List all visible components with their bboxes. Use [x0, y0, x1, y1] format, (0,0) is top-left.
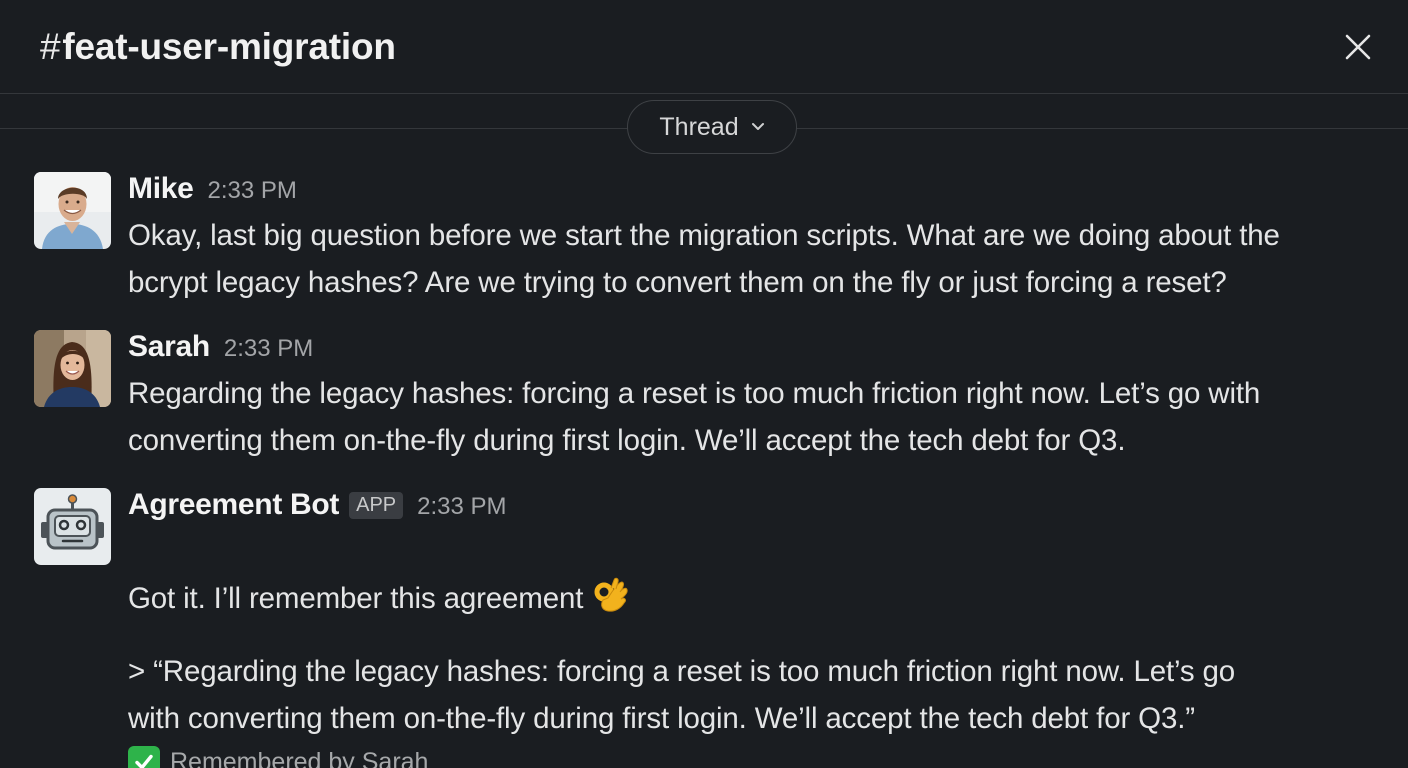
avatar-sarah[interactable]	[34, 330, 111, 407]
author-name[interactable]: Mike	[128, 172, 194, 206]
message-body: Agreement Bot APP 2:33 PM Got it. I’ll r…	[128, 488, 1398, 768]
robot-icon	[34, 488, 111, 565]
author-name[interactable]: Agreement Bot	[128, 488, 339, 522]
app-badge: APP	[349, 492, 404, 519]
close-icon	[1345, 34, 1371, 59]
thread-divider: Thread	[0, 94, 1408, 162]
timestamp[interactable]: 2:33 PM	[208, 177, 297, 205]
channel-title: # feat-user-migration	[40, 26, 396, 68]
timestamp[interactable]: 2:33 PM	[417, 493, 506, 521]
check-mark-icon	[128, 746, 160, 768]
timestamp[interactable]: 2:33 PM	[224, 335, 313, 363]
remembered-status: Remembered by Sarah	[128, 746, 1398, 768]
avatar-mike[interactable]	[34, 172, 111, 249]
thread-window: # feat-user-migration Thread Mike 2:33 P…	[0, 0, 1408, 768]
message-text: Okay, last big question before we start …	[128, 219, 1280, 299]
avatar-bot[interactable]	[34, 488, 111, 565]
message-text: Regarding the legacy hashes: forcing a r…	[128, 377, 1261, 457]
thread-dropdown[interactable]: Thread	[627, 100, 797, 154]
message-body: Sarah 2:33 PM Regarding the legacy hashe…	[128, 330, 1398, 464]
chevron-down-icon	[751, 122, 765, 132]
message-agreement-bot: Agreement Bot APP 2:33 PM Got it. I’ll r…	[34, 488, 1398, 768]
channel-header: # feat-user-migration	[0, 0, 1408, 94]
close-button[interactable]	[1336, 25, 1380, 69]
message-body: Mike 2:33 PM Okay, last big question bef…	[128, 172, 1398, 306]
channel-name: feat-user-migration	[62, 25, 396, 67]
channel-hash: #	[40, 25, 61, 67]
message-header: Sarah 2:33 PM	[128, 330, 1398, 370]
ok-hand-icon	[591, 576, 631, 630]
message-sarah: Sarah 2:33 PM Regarding the legacy hashe…	[34, 330, 1398, 464]
message-text: Got it. I’ll remember this agreement	[128, 528, 1398, 630]
quoted-message: > “Regarding the legacy hashes: forcing …	[128, 655, 1236, 735]
message-mike: Mike 2:33 PM Okay, last big question bef…	[34, 172, 1398, 306]
message-header: Agreement Bot APP 2:33 PM	[128, 488, 1398, 528]
author-name[interactable]: Sarah	[128, 330, 210, 364]
remembered-label: Remembered by Sarah	[170, 747, 429, 768]
thread-label: Thread	[659, 112, 739, 141]
message-header: Mike 2:33 PM	[128, 172, 1398, 212]
bot-reply-text: Got it. I’ll remember this agreement	[128, 582, 584, 615]
